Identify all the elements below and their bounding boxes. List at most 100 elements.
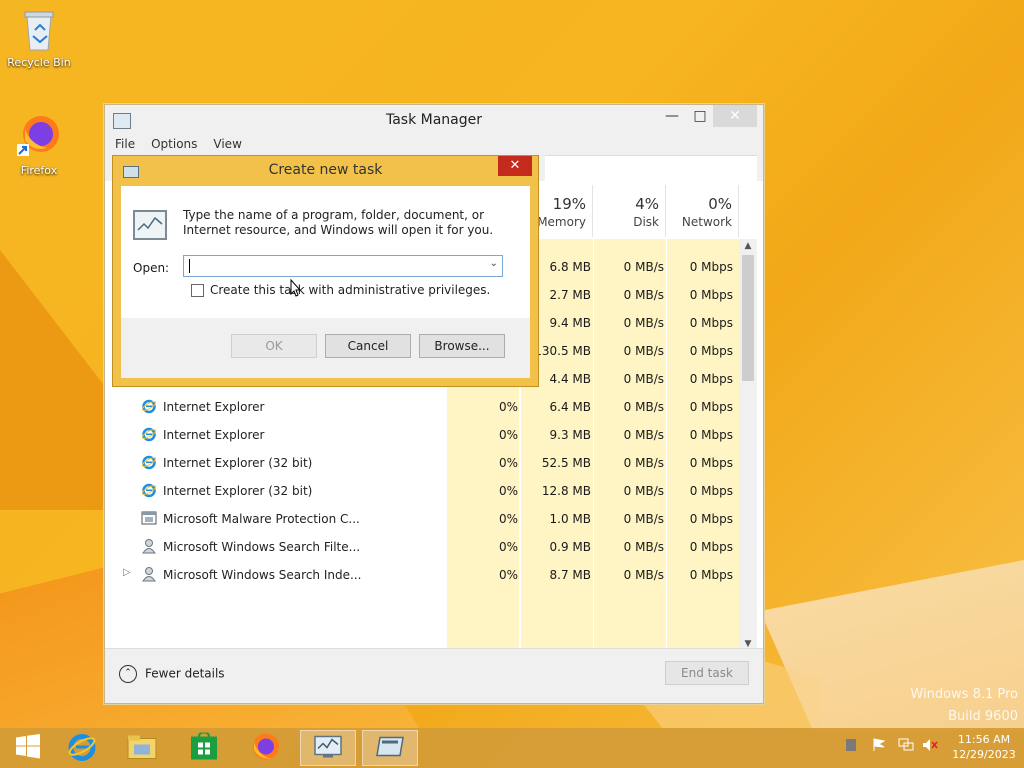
process-row[interactable]: Internet Explorer (32 bit) 0% 52.5 MB 0 MB/…	[105, 449, 739, 477]
process-memory-value: 0.9 MB	[549, 540, 591, 554]
process-network-value: 0 Mbps	[689, 568, 733, 582]
process-name: Internet Explorer (32 bit)	[163, 484, 313, 498]
minimize-button[interactable]: —	[657, 105, 687, 127]
tab-content-area	[545, 155, 757, 182]
process-cpu-value: 0%	[498, 456, 518, 470]
process-row[interactable]: Internet Explorer 0% 6.4 MB 0 MB/s 0 Mbps	[105, 393, 739, 421]
disk-header-label: Disk	[633, 215, 659, 229]
column-header-disk[interactable]: 4% Disk	[593, 185, 666, 237]
recycle-bin-label: Recycle Bin	[7, 56, 71, 69]
menu-bar: File Options View	[105, 135, 763, 155]
process-disk-value: 0 MB/s	[623, 316, 664, 330]
flag-icon[interactable]	[872, 738, 886, 752]
process-memory-value: 6.8 MB	[549, 260, 591, 274]
disk-usage-percent: 4%	[635, 195, 659, 213]
menu-options[interactable]: Options	[141, 135, 203, 151]
close-button[interactable]: ✕	[713, 105, 757, 127]
create-new-task-dialog: Create new task ✕ Type the name of a pro…	[112, 155, 539, 387]
process-disk-value: 0 MB/s	[623, 344, 664, 358]
taskbar-task-manager[interactable]	[300, 730, 356, 766]
fewer-details-label: Fewer details	[145, 666, 225, 681]
volume-muted-icon[interactable]	[922, 738, 938, 752]
process-row[interactable]: Microsoft Malware Protection C... 0% 1.0 M…	[105, 505, 739, 533]
desktop-icon-firefox[interactable]: Firefox	[1, 114, 77, 177]
process-row[interactable]: Microsoft Windows Search Filte... 0% 0.9 M…	[105, 533, 739, 561]
start-icon	[14, 733, 42, 764]
task-manager-icon	[313, 734, 343, 763]
fewer-details-button[interactable]: ⌃ Fewer details	[119, 665, 225, 683]
end-task-button[interactable]: End task	[665, 661, 749, 685]
dialog-title: Create new task	[268, 162, 383, 178]
system-clock[interactable]: 11:56 AM 12/29/2023	[950, 732, 1018, 762]
dialog-button-bar: OK Cancel Browse...	[121, 318, 530, 378]
dialog-description: Type the name of a program, folder, docu…	[183, 208, 494, 237]
file-explorer-icon	[126, 733, 158, 764]
process-name: Internet Explorer	[163, 428, 265, 442]
process-memory-value: 1.0 MB	[549, 512, 591, 526]
process-disk-value: 0 MB/s	[623, 540, 664, 554]
maximize-button[interactable]: □	[685, 105, 715, 127]
process-disk-value: 0 MB/s	[623, 400, 664, 414]
taskbar-file-explorer[interactable]	[114, 730, 170, 766]
firefox-label: Firefox	[20, 164, 58, 177]
network-icon[interactable]	[898, 738, 914, 752]
checkbox-box[interactable]	[191, 284, 204, 297]
chevron-up-icon: ⌃	[119, 665, 137, 683]
os-watermark: Windows 8.1 Pro Build 9600	[910, 684, 1018, 728]
process-name: Microsoft Windows Search Filte...	[163, 540, 361, 554]
watermark-line-1: Windows 8.1 Pro	[910, 687, 1018, 702]
process-network-value: 0 Mbps	[689, 484, 733, 498]
taskbar-firefox[interactable]	[238, 730, 294, 766]
network-header-label: Network	[681, 215, 732, 229]
firefox-icon	[17, 114, 61, 162]
process-disk-value: 0 MB/s	[623, 484, 664, 498]
process-row[interactable]: ▷ Microsoft Windows Search Inde... 0% 8.7 M…	[105, 561, 739, 589]
admin-privileges-label: Create this task with administrative pri…	[210, 283, 491, 297]
process-memory-value: 9.4 MB	[549, 316, 591, 330]
cancel-button[interactable]: Cancel	[325, 334, 411, 358]
expand-chevron-icon[interactable]: ▷	[123, 567, 131, 578]
column-header-network[interactable]: 0% Network	[666, 185, 739, 237]
menu-file[interactable]: File	[105, 135, 141, 151]
process-network-value: 0 Mbps	[689, 372, 733, 386]
internet-explorer-icon	[141, 426, 157, 442]
taskbar-run-dialog[interactable]	[362, 730, 418, 766]
scroll-thumb[interactable]	[742, 255, 754, 381]
taskbar-store[interactable]	[176, 730, 232, 766]
action-center-icon[interactable]	[844, 738, 858, 752]
process-network-value: 0 Mbps	[689, 540, 733, 554]
admin-privileges-checkbox[interactable]: Create this task with administrative pri…	[191, 283, 490, 297]
menu-view[interactable]: View	[203, 135, 247, 151]
process-network-value: 0 Mbps	[689, 316, 733, 330]
chevron-down-icon[interactable]: ⌄	[490, 258, 498, 269]
process-cpu-value: 0%	[498, 428, 518, 442]
dialog-close-button[interactable]: ✕	[498, 156, 532, 176]
dialog-body: Type the name of a program, folder, docu…	[121, 186, 530, 378]
browse-button[interactable]: Browse...	[419, 334, 505, 358]
process-memory-value: 6.4 MB	[549, 400, 591, 414]
ok-button[interactable]: OK	[231, 334, 317, 358]
process-disk-value: 0 MB/s	[623, 428, 664, 442]
title-bar[interactable]: Task Manager — □ ✕	[105, 105, 763, 135]
taskbar-internet-explorer[interactable]	[54, 730, 110, 766]
process-name: Microsoft Windows Search Inde...	[163, 568, 362, 582]
text-caret	[189, 259, 190, 273]
process-memory-value: 9.3 MB	[549, 428, 591, 442]
process-disk-value: 0 MB/s	[623, 288, 664, 302]
process-memory-value: 52.5 MB	[541, 456, 591, 470]
vertical-scrollbar[interactable]: ▲ ▼	[739, 239, 757, 651]
process-network-value: 0 Mbps	[689, 456, 733, 470]
recycle-bin-icon	[17, 6, 61, 54]
open-combobox[interactable]: ⌄	[183, 255, 503, 277]
process-disk-value: 0 MB/s	[623, 372, 664, 386]
window-process-icon	[141, 510, 157, 526]
process-network-value: 0 Mbps	[689, 288, 733, 302]
process-row[interactable]: Internet Explorer (32 bit) 0% 12.8 MB 0 MB/…	[105, 477, 739, 505]
store-icon	[190, 731, 218, 764]
process-row[interactable]: Internet Explorer 0% 9.3 MB 0 MB/s 0 Mbps	[105, 421, 739, 449]
start-button[interactable]	[0, 730, 56, 766]
process-network-value: 0 Mbps	[689, 344, 733, 358]
scroll-up-icon[interactable]: ▲	[739, 241, 757, 251]
mouse-cursor-icon	[290, 278, 302, 300]
desktop-icon-recycle-bin[interactable]: Recycle Bin	[1, 6, 77, 69]
